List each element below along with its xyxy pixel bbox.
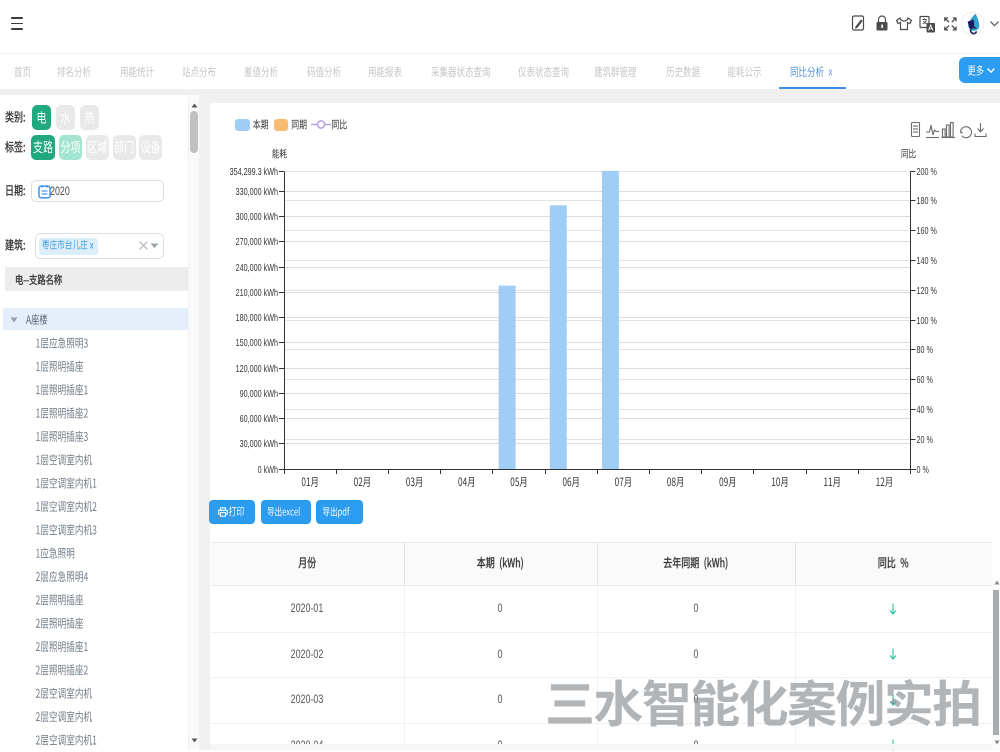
svg-text:120,000 kWh: 120,000 kWh <box>236 363 279 374</box>
svg-text:330,000 kWh: 330,000 kWh <box>236 186 279 197</box>
svg-text:120 %: 120 % <box>917 285 938 296</box>
svg-text:200 %: 200 % <box>917 166 938 177</box>
svg-text:300,000 kWh: 300,000 kWh <box>236 211 279 222</box>
svg-text:210,000 kWh: 210,000 kWh <box>236 287 279 298</box>
svg-text:100 %: 100 % <box>917 315 938 326</box>
svg-text:240,000 kWh: 240,000 kWh <box>236 262 279 273</box>
svg-text:80 %: 80 % <box>917 344 934 355</box>
svg-text:180 %: 180 % <box>917 195 938 206</box>
svg-text:0 %: 0 % <box>917 464 930 475</box>
svg-text:270,000 kWh: 270,000 kWh <box>236 236 279 247</box>
svg-text:0 kWh: 0 kWh <box>258 464 279 475</box>
svg-text:90,000 kWh: 90,000 kWh <box>240 388 279 399</box>
svg-text:160 %: 160 % <box>917 225 938 236</box>
svg-text:60 %: 60 % <box>917 374 934 385</box>
svg-text:140 %: 140 % <box>917 255 938 266</box>
svg-text:150,000 kWh: 150,000 kWh <box>236 337 279 348</box>
svg-text:354,299.3 kWh: 354,299.3 kWh <box>230 166 279 177</box>
svg-text:180,000 kWh: 180,000 kWh <box>236 312 279 323</box>
svg-text:60,000 kWh: 60,000 kWh <box>240 413 279 424</box>
svg-text:30,000 kWh: 30,000 kWh <box>240 438 279 449</box>
svg-text:40 %: 40 % <box>917 404 934 415</box>
svg-text:20 %: 20 % <box>917 434 934 445</box>
